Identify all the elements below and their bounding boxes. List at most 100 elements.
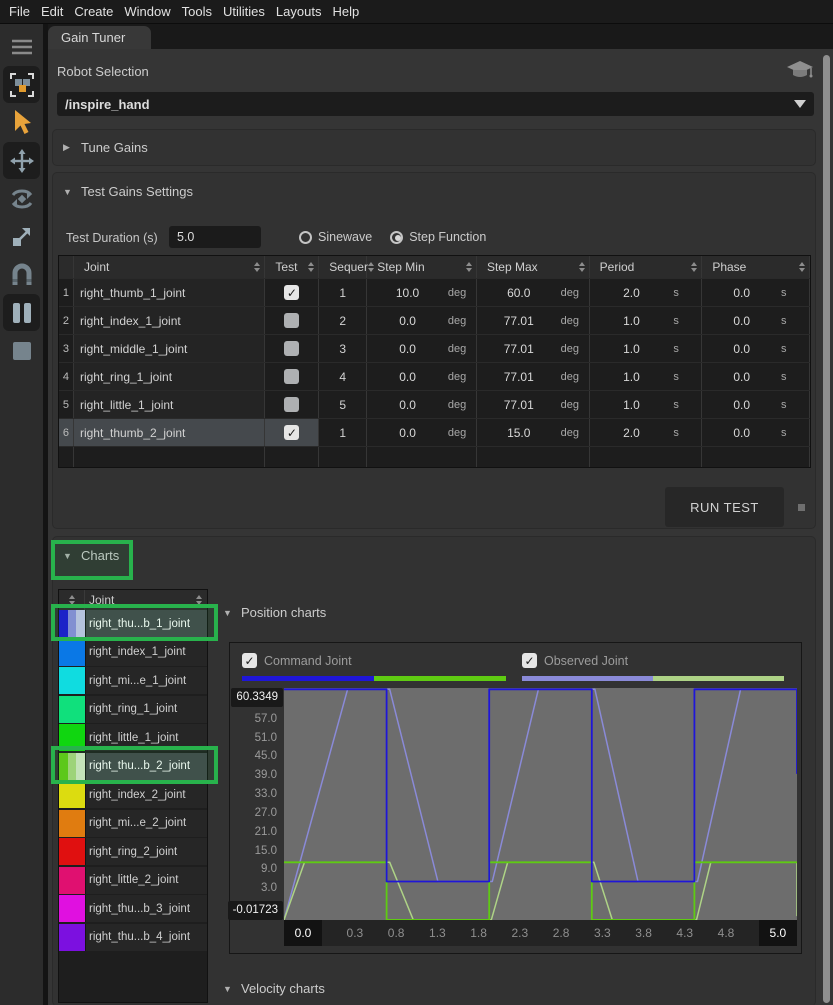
position-charts-header[interactable]: Position charts: [223, 605, 326, 620]
menu-item-help[interactable]: Help: [332, 4, 359, 19]
step-max-field[interactable]: 77.01 deg: [477, 391, 590, 418]
legend-checkbox[interactable]: ✓: [522, 653, 537, 668]
test-checkbox[interactable]: [284, 313, 300, 328]
y-tick-label: 60.3349: [231, 688, 283, 707]
step-max-field[interactable]: 60.0 deg: [477, 279, 590, 306]
test-gains-header[interactable]: Test Gains Settings: [53, 173, 815, 199]
column-header-label: Step Min: [377, 260, 425, 274]
menu-bar: File Edit Create Window Tools Utilities Layout…: [0, 0, 833, 24]
test-checkbox[interactable]: [284, 341, 300, 356]
step-min-field[interactable]: 0.0 deg: [367, 307, 477, 334]
phase-field[interactable]: 0.0 s: [702, 419, 811, 446]
joint-list-item[interactable]: right_ring_2_joint: [59, 838, 207, 865]
joint-list-item[interactable]: right_thu...b_4_joint: [59, 923, 207, 951]
period-field[interactable]: 1.0 s: [590, 391, 703, 418]
test-duration-field[interactable]: 5.0: [169, 226, 261, 248]
phase-field[interactable]: 0.0 s: [702, 307, 811, 334]
menu-item-edit[interactable]: Edit: [41, 4, 63, 19]
joint-name-cell[interactable]: right_thumb_1_joint: [73, 279, 266, 306]
column-header-phase[interactable]: Phase: [702, 256, 810, 278]
rotate-tool-icon[interactable]: [3, 180, 40, 217]
velocity-charts-header[interactable]: Velocity charts: [223, 981, 325, 996]
legend-checkbox[interactable]: ✓: [242, 653, 257, 668]
swatch-column-header[interactable]: [59, 590, 85, 610]
step-min-field[interactable]: 10.0 deg: [367, 279, 477, 306]
move-tool-icon[interactable]: [3, 142, 40, 179]
joint-list-item[interactable]: right_ring_1_joint: [59, 695, 207, 723]
sequence-cell[interactable]: 1: [319, 279, 368, 306]
selection-mode-icon[interactable]: [3, 66, 40, 103]
menu-item-file[interactable]: File: [9, 4, 30, 19]
joint-column-header[interactable]: Joint: [85, 590, 207, 610]
step-max-field[interactable]: 77.01 deg: [477, 335, 590, 362]
column-header-period[interactable]: Period: [590, 256, 703, 278]
menu-item-utilities[interactable]: Utilities: [223, 4, 265, 19]
period-field[interactable]: 2.0 s: [590, 279, 703, 306]
joint-name-cell[interactable]: right_little_1_joint: [73, 391, 266, 418]
step-min-field[interactable]: 0.0 deg: [367, 335, 477, 362]
vertical-scrollbar[interactable]: [823, 55, 830, 1003]
menu-item-create[interactable]: Create: [74, 4, 113, 19]
sequence-cell[interactable]: 1: [319, 419, 368, 446]
sequence-cell[interactable]: 3: [319, 335, 368, 362]
sequence-cell[interactable]: 5: [319, 391, 368, 418]
phase-field[interactable]: 0.0 s: [702, 363, 811, 390]
phase-field[interactable]: 0.0 s: [702, 335, 811, 362]
column-header-joint[interactable]: Joint: [74, 256, 266, 278]
step-max-field[interactable]: 77.01 deg: [477, 307, 590, 334]
joint-list-item[interactable]: right_mi...e_1_joint: [59, 667, 207, 694]
robot-selection-dropdown[interactable]: /inspire_hand: [57, 92, 814, 116]
joint-name-cell[interactable]: right_index_1_joint: [73, 307, 266, 334]
step-min-field[interactable]: 0.0 deg: [367, 419, 477, 446]
menu-icon[interactable]: [3, 28, 40, 65]
tune-gains-header[interactable]: Tune Gains: [53, 130, 815, 155]
phase-field[interactable]: 0.0 s: [702, 391, 811, 418]
column-header-step-min[interactable]: Step Min: [367, 256, 477, 278]
test-checkbox[interactable]: [284, 397, 300, 412]
sequence-cell[interactable]: 4: [319, 363, 368, 390]
period-field[interactable]: 1.0 s: [590, 307, 703, 334]
test-checkbox[interactable]: [284, 369, 300, 384]
scale-tool-icon[interactable]: [3, 218, 40, 255]
column-header-test[interactable]: Test: [265, 256, 320, 278]
pause-icon[interactable]: [3, 294, 40, 331]
radio-sinewave[interactable]: Sinewave: [299, 230, 372, 244]
joint-name-cell[interactable]: right_ring_1_joint: [73, 363, 266, 390]
radio-step-function[interactable]: Step Function: [390, 230, 486, 244]
period-field[interactable]: 1.0 s: [590, 335, 703, 362]
joint-list-item[interactable]: right_thu...b_3_joint: [59, 895, 207, 922]
tab-gain-tuner[interactable]: Gain Tuner: [48, 26, 151, 49]
joint-list-item[interactable]: right_little_1_joint: [59, 724, 207, 751]
step-max-field[interactable]: 77.01 deg: [477, 363, 590, 390]
menu-item-tools[interactable]: Tools: [182, 4, 212, 19]
step-min-field[interactable]: 0.0 deg: [367, 391, 477, 418]
column-header-sequer[interactable]: Sequer: [319, 256, 374, 278]
joint-list-item[interactable]: right_mi...e_2_joint: [59, 809, 207, 837]
step-min-field[interactable]: 0.0 deg: [367, 363, 477, 390]
charts-header[interactable]: Charts: [53, 537, 815, 563]
joint-list-item[interactable]: right_little_2_joint: [59, 866, 207, 894]
sort-arrows-icon: [196, 595, 202, 605]
joint-list-item[interactable]: right_thu...b_2_joint: [59, 752, 207, 780]
stop-icon[interactable]: [3, 332, 40, 369]
test-checkbox[interactable]: ✓: [284, 425, 300, 440]
period-field[interactable]: 1.0 s: [590, 363, 703, 390]
run-test-button[interactable]: RUN TEST: [665, 487, 784, 527]
joint-name-cell[interactable]: right_thumb_2_joint: [73, 419, 266, 446]
menu-item-layouts[interactable]: Layouts: [276, 4, 322, 19]
period-field[interactable]: 2.0 s: [590, 419, 703, 446]
menu-item-window[interactable]: Window: [124, 4, 170, 19]
unit-label: s: [673, 314, 679, 327]
joint-list-item[interactable]: right_index_2_joint: [59, 781, 207, 808]
joint-list-item[interactable]: right_index_1_joint: [59, 638, 207, 666]
joint-list-item[interactable]: right_thu...b_1_joint: [59, 610, 207, 637]
snap-tool-icon[interactable]: [3, 256, 40, 293]
step-max-field[interactable]: 15.0 deg: [477, 419, 590, 446]
pointer-tool-icon[interactable]: [3, 104, 40, 141]
sequence-cell[interactable]: 2: [319, 307, 368, 334]
column-header-step-max[interactable]: Step Max: [477, 256, 590, 278]
test-checkbox[interactable]: ✓: [284, 285, 300, 300]
phase-field[interactable]: 0.0 s: [702, 279, 811, 306]
graduation-cap-icon[interactable]: [786, 59, 814, 83]
joint-name-cell[interactable]: right_middle_1_joint: [73, 335, 266, 362]
